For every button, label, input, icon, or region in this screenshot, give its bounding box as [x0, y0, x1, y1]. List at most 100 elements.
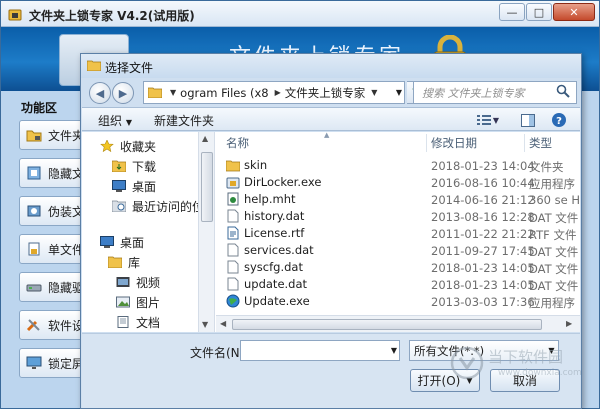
close-button[interactable]: ✕	[553, 3, 595, 21]
watermark-text: 当下软件园	[488, 348, 564, 366]
filename-input[interactable]	[240, 340, 400, 361]
tree-item-label: 桌面	[132, 179, 157, 194]
address-bar[interactable]: ▼ ogram Files (x8 ▶ 文件夹上锁专家 ▼	[143, 81, 405, 104]
file-date: 2018-01-23 14:04	[431, 159, 535, 173]
file-row[interactable]: License.rtf 2011-01-22 21:22 RTF 文件	[216, 225, 580, 242]
watermark-url: www.downxia.com	[498, 368, 582, 378]
file-name: history.dat	[244, 209, 305, 223]
breadcrumb-separator: ▼	[371, 88, 378, 97]
file-icon	[227, 243, 239, 257]
file-icon	[227, 260, 239, 274]
view-list-icon	[476, 115, 491, 125]
tools-icon	[26, 319, 40, 332]
monitor-icon	[26, 356, 42, 369]
tree-scrollbar[interactable]: ▲ ▼	[198, 132, 215, 332]
dialog-title: 选择文件	[105, 61, 154, 75]
file-row[interactable]: skin 2018-01-23 14:04 文件夹	[216, 157, 580, 174]
file-row[interactable]: services.dat 2011-09-27 17:45 DAT 文件	[216, 242, 580, 259]
file-row[interactable]: update.dat 2018-01-23 14:05 DAT 文件	[216, 276, 580, 293]
minimize-button[interactable]: —	[499, 3, 525, 21]
tree-item-label: 文档	[136, 315, 161, 330]
sidebar-item-disguise[interactable]: 伪装文件	[19, 196, 83, 226]
folder-icon	[226, 160, 240, 172]
help-icon: ?	[552, 113, 566, 127]
file-name: skin	[244, 158, 268, 172]
address-dropdown[interactable]: ▼	[393, 81, 405, 104]
tree-item-documents[interactable]: 文档	[116, 314, 160, 330]
file-encrypt-icon	[28, 242, 40, 256]
preview-pane-button[interactable]	[519, 111, 537, 129]
column-header-date[interactable]: 修改日期	[427, 132, 525, 154]
scroll-up-icon[interactable]: ▲	[202, 134, 208, 143]
search-input[interactable]: 搜索 文件夹上锁专家	[413, 81, 577, 104]
lock-app-icon	[226, 177, 240, 189]
tree-item-downloads[interactable]: 下载	[112, 158, 156, 174]
file-date: 2011-09-27 17:45	[431, 244, 535, 258]
folder-lock-icon	[26, 130, 42, 142]
maximize-button[interactable]: □	[526, 3, 552, 21]
scroll-right-icon[interactable]: ▶	[566, 319, 572, 328]
file-date: 2013-03-03 17:36	[431, 295, 535, 309]
app-lock-icon	[8, 9, 22, 21]
file-date: 2018-01-23 14:05	[431, 278, 535, 292]
file-row[interactable]: history.dat 2013-08-16 12:28 DAT 文件	[216, 208, 580, 225]
column-header-type[interactable]: 类型	[525, 132, 580, 154]
forward-button[interactable]: ▶	[112, 82, 134, 104]
filename-dropdown-icon[interactable]: ▼	[388, 341, 400, 360]
sidebar-item-folder-lock[interactable]: 文件夹上锁	[19, 120, 83, 150]
sidebar-item-label: 隐藏驱动器	[48, 280, 83, 295]
file-row[interactable]: Update.exe 2013-03-03 17:36 应用程序	[216, 293, 580, 310]
file-list-hscrollbar[interactable]: ◀ ▶	[216, 315, 580, 332]
folder-icon	[87, 60, 101, 71]
document-icon	[117, 316, 129, 328]
file-list-scroll-thumb[interactable]	[232, 319, 542, 330]
organize-menu[interactable]: 组织 ▼	[98, 112, 132, 129]
back-button[interactable]: ◀	[89, 82, 111, 104]
scroll-left-icon[interactable]: ◀	[220, 319, 226, 328]
file-row[interactable]: syscfg.dat 2018-01-23 14:05 DAT 文件	[216, 259, 580, 276]
file-row[interactable]: DirLocker.exe 2016-08-16 10:44 应用程序	[216, 174, 580, 191]
desktop-icon	[100, 236, 114, 248]
file-row[interactable]: help.mht 2014-06-16 21:12 360 se H	[216, 191, 580, 208]
breadcrumb-separator: ▼	[170, 88, 177, 97]
help-button[interactable]: ?	[550, 111, 568, 129]
tree-item-label: 最近访问的位置	[132, 199, 198, 214]
tree-item-label: 图片	[136, 295, 161, 310]
tree-item-pictures[interactable]: 图片	[116, 294, 160, 310]
file-icon	[227, 209, 239, 223]
breadcrumb-current-folder[interactable]: 文件夹上锁专家	[285, 85, 366, 101]
tree-item-videos[interactable]: 视频	[116, 274, 160, 290]
sidebar-item-hide-file[interactable]: 隐藏文件	[19, 158, 83, 188]
file-date: 2011-01-22 21:22	[431, 227, 535, 241]
new-folder-button[interactable]: 新建文件夹	[154, 112, 214, 129]
file-type: DAT 文件	[529, 262, 579, 276]
tree-item-favorites[interactable]: 收藏夹	[100, 138, 156, 154]
file-type: DAT 文件	[529, 211, 579, 225]
video-icon	[116, 277, 130, 287]
file-name: update.dat	[244, 277, 308, 291]
tree-item-desktop[interactable]: 桌面	[112, 178, 156, 194]
sidebar-item-file-encrypt[interactable]: 单文件加密	[19, 234, 83, 264]
watermark-logo-icon	[450, 346, 484, 380]
star-icon	[100, 140, 114, 152]
scroll-down-icon[interactable]: ▼	[202, 320, 208, 329]
view-options-button[interactable]: ▼	[474, 111, 502, 129]
sidebar-item-hide-drive[interactable]: 隐藏驱动器	[19, 272, 83, 302]
breadcrumb-program-files[interactable]: ogram Files (x8	[180, 86, 268, 100]
tree-item-desktop-root[interactable]: 桌面	[100, 234, 144, 250]
sidebar-item-settings[interactable]: 软件设置	[19, 310, 83, 340]
folder-icon	[148, 87, 162, 98]
file-type: 应用程序	[529, 177, 575, 191]
tree-item-label: 视频	[136, 275, 161, 290]
tree-scroll-thumb[interactable]	[201, 152, 213, 222]
sidebar-item-lock-screen[interactable]: 锁定屏幕	[19, 348, 83, 378]
svg-text:?: ?	[556, 116, 562, 127]
file-date: 2018-01-23 14:05	[431, 261, 535, 275]
watermark: 当下软件园 www.downxia.com	[450, 344, 590, 394]
tree-item-label: 库	[128, 255, 141, 270]
library-icon	[108, 256, 122, 268]
tree-item-recent-places[interactable]: 最近访问的位置	[112, 198, 198, 214]
file-name: services.dat	[244, 243, 314, 257]
tree-item-libraries[interactable]: 库	[108, 254, 140, 270]
picture-icon	[116, 296, 130, 308]
